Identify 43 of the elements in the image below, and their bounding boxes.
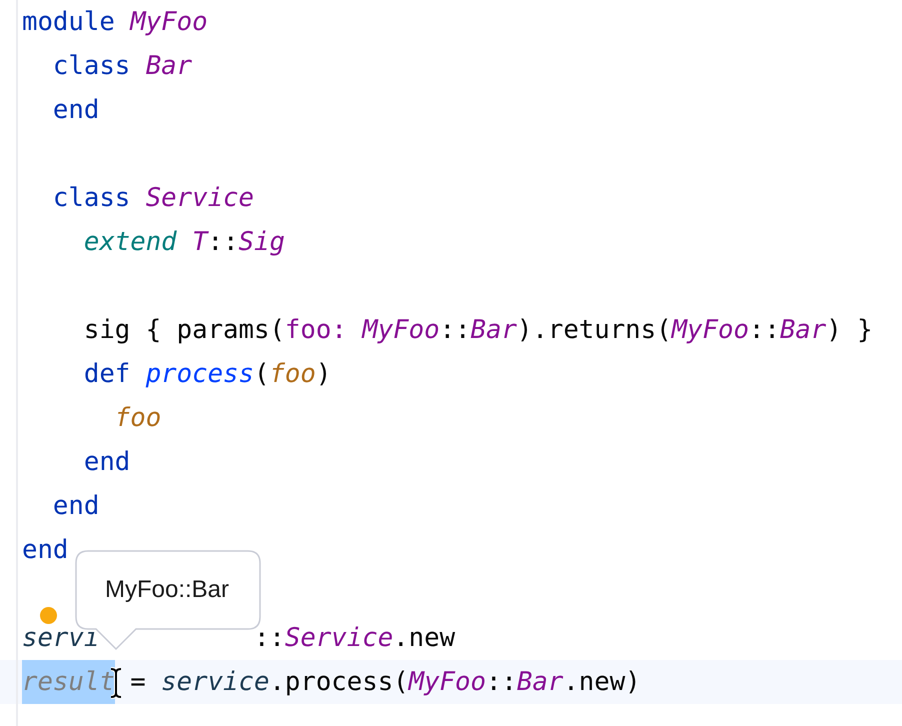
code-token: T — [192, 227, 208, 257]
code-token: foo — [269, 359, 316, 389]
code-token: sig { params( — [84, 315, 285, 345]
code-token: Bar — [146, 51, 192, 81]
code-token: ).returns( — [516, 315, 672, 345]
code-token: foo: — [284, 315, 347, 345]
code-token: end — [52, 491, 100, 521]
code-token: .new) — [563, 667, 641, 697]
code-token: class — [52, 183, 130, 213]
code-token: :: — [208, 227, 239, 257]
code-token: result — [22, 660, 115, 704]
code-token: ) } — [826, 315, 873, 345]
code-token: :: — [748, 315, 780, 345]
code-token: Service — [284, 623, 394, 653]
bulb-dot-icon[interactable] — [40, 607, 57, 624]
code-token: .process( — [269, 667, 409, 697]
code-token: .new — [393, 623, 456, 653]
code-token: MyFoo — [672, 315, 749, 345]
code-token: def — [84, 359, 130, 389]
code-token: end — [22, 535, 68, 565]
code-token: Bar — [780, 315, 826, 345]
code-token: MyFoo — [362, 315, 440, 345]
code-token: MyFoo — [408, 667, 486, 697]
code-token: Service — [146, 183, 254, 213]
code-token: :: — [440, 315, 471, 345]
code-token: :: — [254, 623, 285, 653]
code-token: servi — [22, 623, 100, 653]
code-token: foo — [114, 403, 162, 433]
code-token: = — [130, 667, 146, 697]
code-token: extend — [84, 227, 177, 257]
code-token: Sig — [238, 227, 285, 257]
code-token: service — [161, 667, 270, 697]
code-token: end — [52, 95, 100, 125]
code-token: end — [84, 447, 130, 477]
code-token: Bar — [516, 667, 564, 697]
code-token: ) — [316, 359, 332, 389]
code-token: MyFoo — [130, 7, 208, 37]
code-token: ( — [254, 359, 270, 389]
code-token: class — [52, 51, 130, 81]
code-token: module — [22, 7, 115, 37]
code-token: Bar — [470, 315, 517, 345]
code-token: :: — [486, 667, 517, 697]
code-token: process — [146, 359, 254, 389]
